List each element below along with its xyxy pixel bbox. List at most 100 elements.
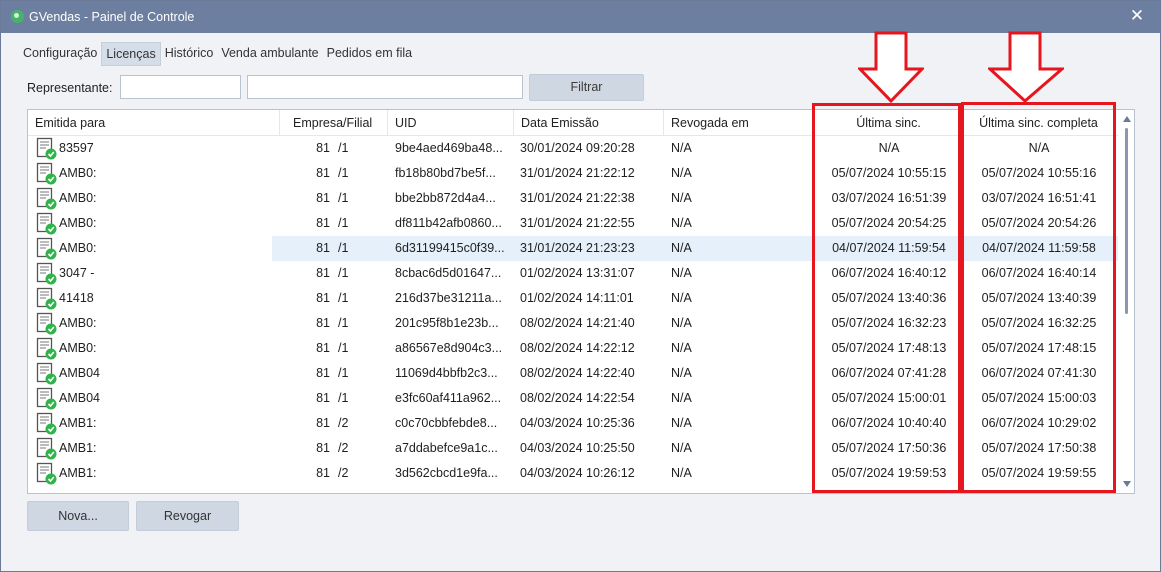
license-status-icon — [36, 237, 58, 261]
cell-filial: /1 — [338, 191, 349, 205]
license-status-icon — [36, 437, 58, 461]
cell-uid: fb18b80bd7be5f... — [395, 166, 496, 180]
tab-venda-ambulante[interactable]: Venda ambulante — [217, 42, 322, 66]
cell-data-emissao: 31/01/2024 21:22:12 — [520, 166, 635, 180]
license-status-icon — [36, 412, 58, 436]
license-status-icon — [36, 387, 58, 411]
tab-historico[interactable]: Histórico — [161, 42, 218, 66]
cell-data-emissao: 30/01/2024 09:20:28 — [520, 141, 635, 155]
cell-data-emissao: 01/02/2024 13:31:07 — [520, 266, 635, 280]
scroll-up-icon[interactable] — [1123, 116, 1131, 122]
cell-emitida-para: AMB04 — [59, 391, 100, 405]
cell-emitida-para: AMB0: — [59, 341, 97, 355]
cell-revogada-em: N/A — [671, 266, 692, 280]
cell-emitida-para: AMB0: — [59, 191, 97, 205]
col-revogada-em[interactable]: Revogada em — [664, 110, 814, 136]
cell-emitida-para: AMB04 — [59, 366, 100, 380]
cell-revogada-em: N/A — [671, 391, 692, 405]
nova-button[interactable]: Nova... — [27, 501, 129, 531]
cell-revogada-em: N/A — [671, 466, 692, 480]
cell-data-emissao: 04/03/2024 10:25:36 — [520, 416, 635, 430]
cell-emitida-para: 83597 — [59, 141, 94, 155]
cell-empresa: 81 — [316, 216, 330, 230]
cell-uid: 3d562cbcd1e9fa... — [395, 466, 498, 480]
vertical-scrollbar[interactable] — [1118, 110, 1134, 493]
cell-filial: /2 — [338, 466, 349, 480]
cell-emitida-para: AMB0: — [59, 166, 97, 180]
license-status-icon — [36, 162, 58, 186]
scroll-thumb[interactable] — [1125, 128, 1128, 314]
filter-button[interactable]: Filtrar — [529, 74, 644, 101]
cell-uid: df811b42afb0860... — [395, 216, 502, 230]
cell-emitida-para: AMB0: — [59, 216, 97, 230]
cell-uid: 9be4aed469ba48... — [395, 141, 503, 155]
cell-empresa: 81 — [316, 141, 330, 155]
cell-emitida-para: AMB1: — [59, 416, 97, 430]
filter-row: Representante: Filtrar — [27, 74, 727, 102]
cell-filial: /1 — [338, 316, 349, 330]
cell-revogada-em: N/A — [671, 141, 692, 155]
down-arrow-icon — [858, 31, 924, 103]
cell-revogada-em: N/A — [671, 241, 692, 255]
tab-configuracao[interactable]: Configuração — [19, 42, 101, 66]
cell-filial: /1 — [338, 391, 349, 405]
representante-label: Representante: — [27, 81, 113, 95]
cell-revogada-em: N/A — [671, 416, 692, 430]
cell-empresa: 81 — [316, 316, 330, 330]
app-logo-icon — [11, 10, 24, 23]
cell-uid: bbe2bb872d4a4... — [395, 191, 496, 205]
license-status-icon — [36, 137, 58, 161]
col-empresa-filial[interactable]: Empresa/Filial — [280, 110, 388, 136]
representante-name-input[interactable] — [247, 75, 523, 99]
cell-revogada-em: N/A — [671, 316, 692, 330]
cell-emitida-para: AMB1: — [59, 466, 97, 480]
cell-filial: /2 — [338, 416, 349, 430]
col-emitida-para[interactable]: Emitida para — [28, 110, 280, 136]
cell-filial: /1 — [338, 216, 349, 230]
cell-data-emissao: 08/02/2024 14:22:54 — [520, 391, 635, 405]
cell-filial: /1 — [338, 141, 349, 155]
cell-data-emissao: 31/01/2024 21:22:55 — [520, 216, 635, 230]
tab-pedidos-em-fila[interactable]: Pedidos em fila — [323, 42, 416, 66]
cell-uid: e3fc60af411a962... — [395, 391, 502, 405]
cell-filial: /2 — [338, 441, 349, 455]
cell-revogada-em: N/A — [671, 166, 692, 180]
window-title: GVendas - Painel de Controle — [29, 10, 195, 24]
cell-empresa: 81 — [316, 241, 330, 255]
cell-data-emissao: 31/01/2024 21:23:23 — [520, 241, 635, 255]
cell-uid: 11069d4bbfb2c3... — [395, 366, 498, 380]
cell-empresa: 81 — [316, 366, 330, 380]
tab-licencas[interactable]: Licenças — [101, 42, 161, 66]
revogar-button[interactable]: Revogar — [136, 501, 239, 531]
cell-data-emissao: 08/02/2024 14:22:40 — [520, 366, 635, 380]
cell-empresa: 81 — [316, 166, 330, 180]
cell-emitida-para: AMB0: — [59, 316, 97, 330]
cell-empresa: 81 — [316, 341, 330, 355]
cell-emitida-para: AMB1: — [59, 441, 97, 455]
col-uid[interactable]: UID — [388, 110, 514, 136]
highlight-box-ultima-sinc — [812, 103, 961, 493]
cell-filial: /1 — [338, 366, 349, 380]
license-status-icon — [36, 212, 58, 236]
cell-filial: /1 — [338, 266, 349, 280]
license-status-icon — [36, 362, 58, 386]
scroll-down-icon[interactable] — [1123, 481, 1131, 487]
license-status-icon — [36, 337, 58, 361]
cell-emitida-para: 41418 — [59, 291, 94, 305]
close-icon[interactable]: ✕ — [1126, 5, 1148, 27]
cell-empresa: 81 — [316, 391, 330, 405]
cell-uid: 6d31199415c0f39... — [395, 241, 505, 255]
cell-data-emissao: 08/02/2024 14:21:40 — [520, 316, 635, 330]
cell-empresa: 81 — [316, 291, 330, 305]
col-data-emissao[interactable]: Data Emissão — [514, 110, 664, 136]
cell-empresa: 81 — [316, 441, 330, 455]
highlight-box-ultima-sinc-completa — [961, 102, 1116, 493]
cell-data-emissao: 31/01/2024 21:22:38 — [520, 191, 635, 205]
cell-filial: /1 — [338, 166, 349, 180]
cell-filial: /1 — [338, 241, 349, 255]
representante-code-input[interactable] — [120, 75, 241, 99]
cell-uid: a7ddabefce9a1c... — [395, 441, 498, 455]
cell-data-emissao: 04/03/2024 10:25:50 — [520, 441, 635, 455]
down-arrow-icon — [988, 31, 1064, 103]
cell-revogada-em: N/A — [671, 291, 692, 305]
